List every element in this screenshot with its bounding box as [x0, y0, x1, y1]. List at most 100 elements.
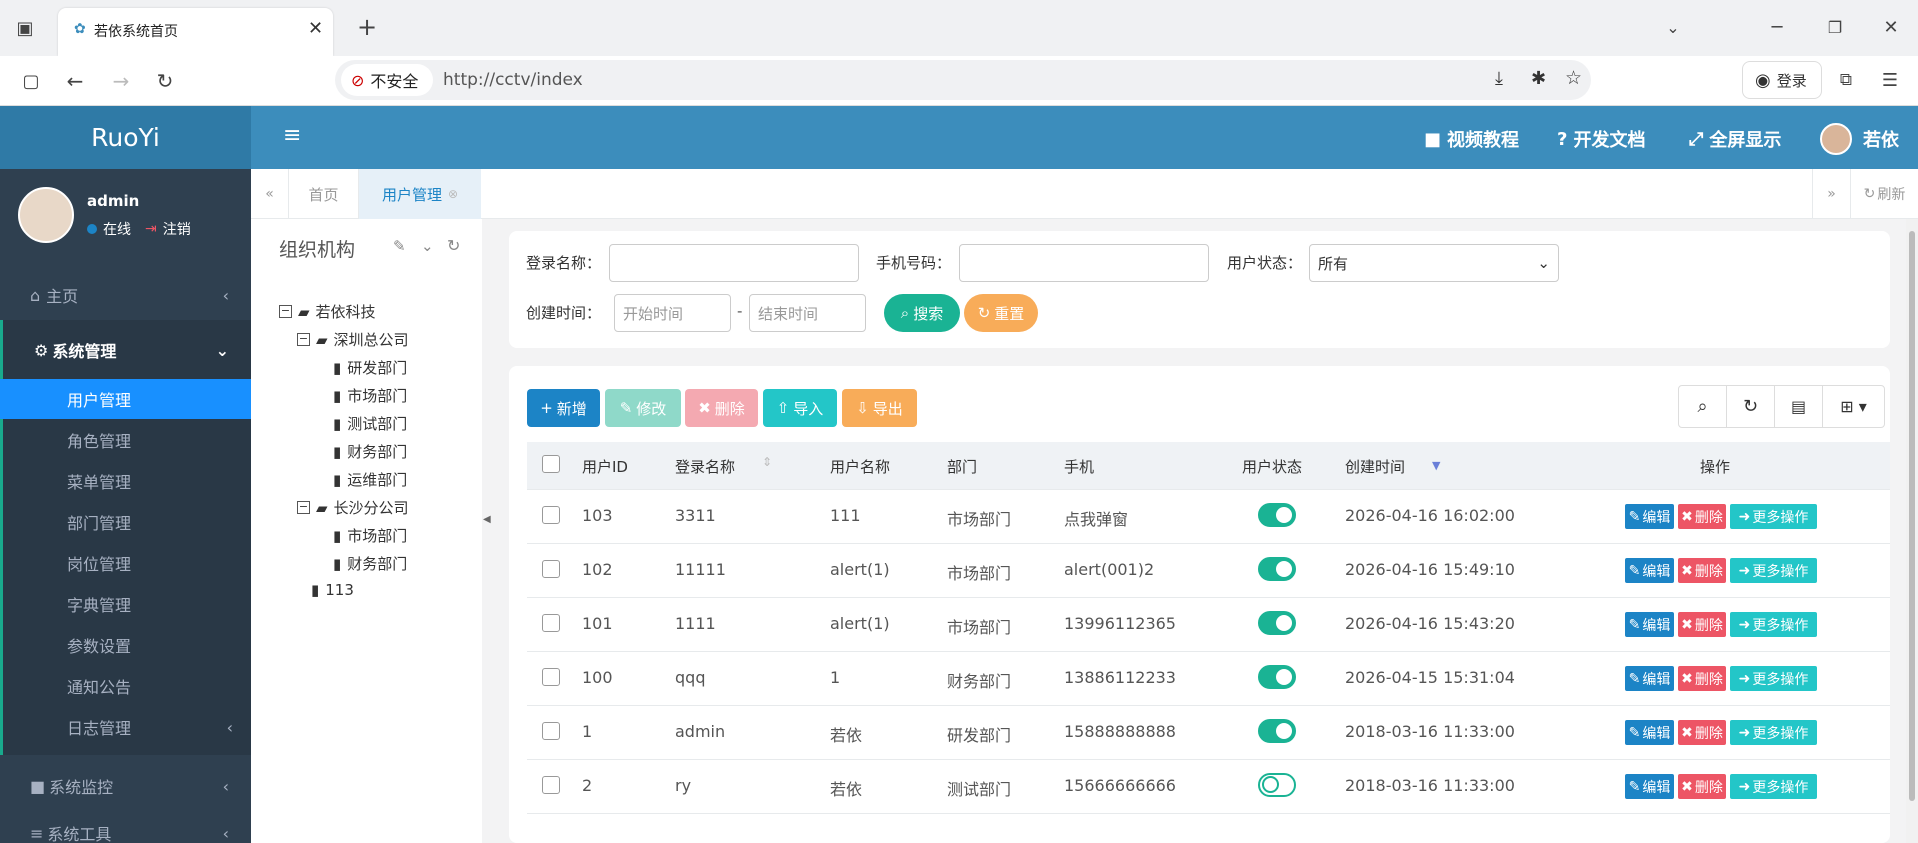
delete-button[interactable]: ✖ 删除	[685, 389, 758, 427]
minimize-icon[interactable]: ─	[1762, 12, 1792, 42]
col-created[interactable]: 创建时间	[1345, 456, 1405, 477]
tree-node-cs-market[interactable]: ▮ 市场部门	[333, 525, 407, 546]
table-row[interactable]: 102 11111 alert(1) 市场部门 alert(001)2 2026-04-1…	[527, 544, 1890, 598]
nav-dev-docs[interactable]: ? 开发文档	[1557, 126, 1645, 152]
forward-icon[interactable]: →	[106, 66, 136, 96]
col-login-name[interactable]: 登录名称	[675, 456, 735, 477]
tree-node-market[interactable]: ▮ 市场部门	[333, 385, 407, 406]
header-user-name[interactable]: 若依	[1863, 126, 1899, 152]
tree-node-changsha[interactable]: − ▰ 长沙分公司	[297, 497, 409, 518]
collapse-icon[interactable]: −	[279, 305, 292, 318]
tree-node-ops[interactable]: ▮ 运维部门	[333, 469, 407, 490]
table-row[interactable]: 1 admin 若依 研发部门 15888888888 2018-03-16 11:33:…	[527, 706, 1890, 760]
row-delete-button[interactable]: ✖ 删除	[1678, 666, 1726, 691]
sidebar-item-post-mgmt[interactable]: 岗位管理	[0, 543, 251, 583]
tree-node-cs-finance[interactable]: ▮ 财务部门	[333, 553, 407, 574]
sidebar-item-tools[interactable]: ≡ 系统工具 ‹	[0, 815, 251, 843]
profile-login-button[interactable]: ◉ 登录	[1742, 61, 1822, 99]
tab-list-chevron-icon[interactable]: ⌄	[1658, 12, 1688, 42]
phone-input[interactable]	[959, 244, 1209, 282]
collapse-left-icon[interactable]: ◀	[483, 514, 491, 525]
tab-actions-icon[interactable]: ▣	[10, 14, 40, 42]
sidebar-item-user-mgmt[interactable]: 用户管理	[0, 379, 251, 419]
browser-tab[interactable]: ✿ 若依系统首页 ✕	[58, 8, 333, 56]
sidebar-toggle-icon[interactable]: ▢	[16, 66, 46, 96]
sort-desc-icon[interactable]: ▼	[1432, 459, 1440, 472]
refresh-icon[interactable]: ↻	[447, 236, 460, 255]
tree-node-dev[interactable]: ▮ 研发部门	[333, 357, 407, 378]
maximize-icon[interactable]: ❐	[1820, 12, 1850, 42]
bug-icon[interactable]: ✱	[1531, 68, 1546, 89]
row-edit-button[interactable]: ✎ 编辑	[1625, 612, 1674, 637]
toggle-view-icon[interactable]: ▤	[1775, 386, 1823, 427]
status-toggle[interactable]	[1258, 665, 1296, 689]
header-avatar[interactable]	[1820, 123, 1852, 155]
status-toggle[interactable]	[1258, 611, 1296, 635]
import-button[interactable]: ⇧ 导入	[763, 389, 837, 427]
nav-video-tutorial[interactable]: ■ 视频教程	[1424, 126, 1519, 152]
row-checkbox[interactable]	[542, 668, 560, 686]
address-bar[interactable]: ⊘ 不安全 http://cctv/index ⤓ ✱ ☆	[335, 60, 1591, 100]
login-name-input[interactable]	[609, 244, 859, 282]
row-delete-button[interactable]: ✖ 删除	[1678, 504, 1726, 529]
sidebar-item-monitor[interactable]: ■ 系统监控 ‹	[0, 761, 251, 811]
status-toggle[interactable]	[1258, 557, 1296, 581]
tree-node-shenzhen[interactable]: − ▰ 深圳总公司	[297, 329, 409, 350]
row-delete-button[interactable]: ✖ 删除	[1678, 720, 1726, 745]
row-edit-button[interactable]: ✎ 编辑	[1625, 666, 1674, 691]
logout-link[interactable]: 注销	[163, 219, 191, 239]
collapse-icon[interactable]: −	[297, 333, 310, 346]
favorite-star-icon[interactable]: ☆	[1565, 67, 1582, 89]
row-checkbox[interactable]	[542, 560, 560, 578]
back-icon[interactable]: ←	[60, 66, 90, 96]
status-toggle[interactable]	[1258, 719, 1296, 743]
table-row[interactable]: 2 ry 若依 测试部门 15666666666 2018-03-16 11:33:00 ✎…	[527, 760, 1890, 814]
extensions-icon[interactable]: ⧉	[1832, 66, 1860, 94]
download-icon[interactable]: ⤓	[1495, 68, 1503, 89]
edit-icon[interactable]: ✎	[393, 237, 406, 255]
tab-home[interactable]: 首页	[289, 169, 359, 219]
row-more-button[interactable]: ➜ 更多操作	[1730, 666, 1817, 691]
row-delete-button[interactable]: ✖ 删除	[1678, 612, 1726, 637]
row-checkbox[interactable]	[542, 506, 560, 524]
start-time-input[interactable]: 开始时间	[614, 294, 731, 332]
refresh-tab-button[interactable]: ↻ 刷新	[1850, 169, 1918, 219]
row-more-button[interactable]: ➜ 更多操作	[1730, 558, 1817, 583]
tree-node-113[interactable]: ▮ 113	[311, 581, 354, 599]
row-more-button[interactable]: ➜ 更多操作	[1730, 774, 1817, 799]
row-checkbox[interactable]	[542, 776, 560, 794]
reload-icon[interactable]: ↻	[150, 66, 180, 96]
row-more-button[interactable]: ➜ 更多操作	[1730, 504, 1817, 529]
row-checkbox[interactable]	[542, 722, 560, 740]
sidebar-item-dict-mgmt[interactable]: 字典管理	[0, 584, 251, 624]
url-text[interactable]: http://cctv/index	[443, 70, 583, 90]
row-edit-button[interactable]: ✎ 编辑	[1625, 774, 1674, 799]
tree-node-root[interactable]: − ▰ 若依科技	[279, 301, 376, 322]
end-time-input[interactable]: 结束时间	[749, 294, 866, 332]
refresh-icon[interactable]: ↻	[1727, 386, 1775, 427]
nav-fullscreen[interactable]: ⤢ 全屏显示	[1689, 126, 1781, 152]
close-tab-icon[interactable]: ⊗	[448, 187, 458, 201]
logout-icon[interactable]: ⇥	[145, 221, 157, 237]
sort-icon[interactable]: ⇕	[762, 455, 772, 469]
row-edit-button[interactable]: ✎ 编辑	[1625, 504, 1674, 529]
hamburger-icon[interactable]: ≡	[283, 123, 301, 148]
row-more-button[interactable]: ➜ 更多操作	[1730, 720, 1817, 745]
tabs-scroll-right-icon[interactable]: »	[1812, 169, 1850, 219]
tree-node-test[interactable]: ▮ 测试部门	[333, 413, 407, 434]
reset-button[interactable]: ↻ 重置	[964, 294, 1038, 332]
sidebar-item-menu-mgmt[interactable]: 菜单管理	[0, 461, 251, 501]
close-tab-icon[interactable]: ✕	[308, 18, 323, 39]
row-delete-button[interactable]: ✖ 删除	[1678, 774, 1726, 799]
scrollbar-thumb[interactable]	[1909, 231, 1915, 801]
table-row[interactable]: 103 3311 111 市场部门 点我弹窗 2026-04-16 16:02:00 ✎ 编辑…	[527, 490, 1890, 544]
table-row[interactable]: 100 qqq 1 财务部门 13886112233 2026-04-15 15:31:0…	[527, 652, 1890, 706]
row-checkbox[interactable]	[542, 614, 560, 632]
edit-button[interactable]: ✎ 修改	[605, 389, 681, 427]
status-select[interactable]: 所有 ⌄	[1309, 244, 1559, 282]
new-tab-icon[interactable]: +	[352, 12, 382, 42]
row-edit-button[interactable]: ✎ 编辑	[1625, 558, 1674, 583]
sidebar-item-dept-mgmt[interactable]: 部门管理	[0, 502, 251, 542]
col-user-id[interactable]: 用户ID	[582, 456, 628, 477]
collapse-icon[interactable]: −	[297, 501, 310, 514]
